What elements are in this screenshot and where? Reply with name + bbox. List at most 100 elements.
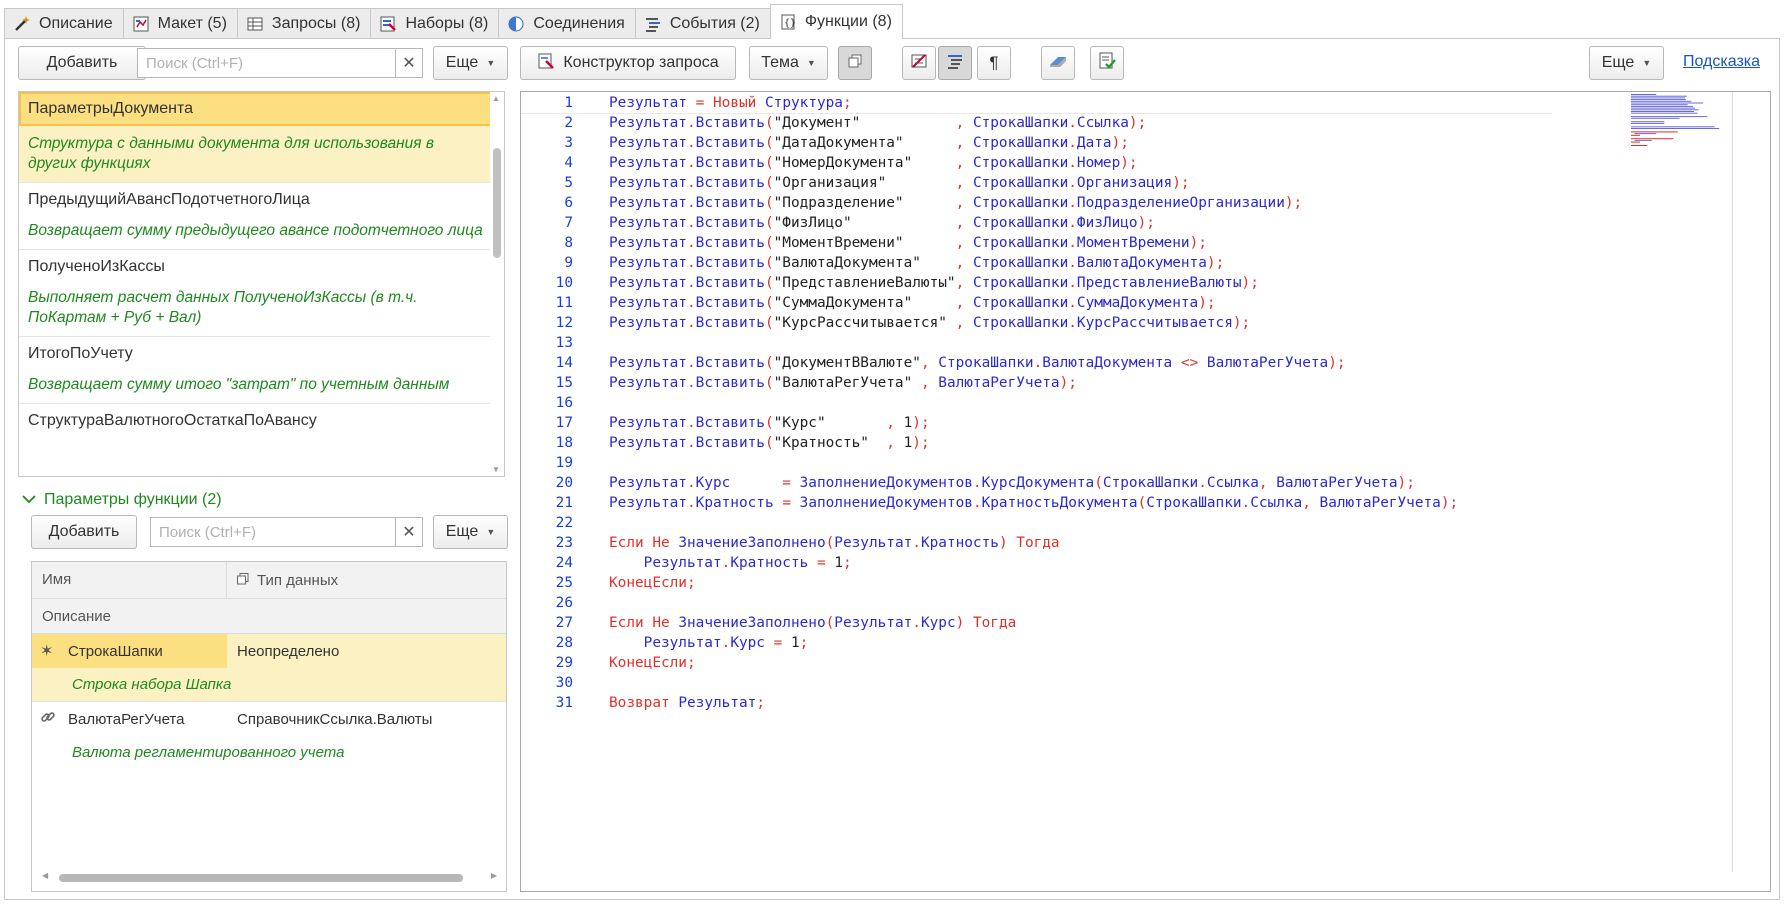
code-line[interactable]: 15 Результат.Вставить("ВалютаРегУчета" , … [521, 373, 1458, 393]
functions-list: ПараметрыДокумента Структура с данными д… [18, 91, 505, 477]
tab-events[interactable]: События (2) [634, 8, 771, 38]
code-line[interactable]: 12 Результат.Вставить("КурсРассчитывается… [521, 313, 1458, 333]
code-line[interactable]: 22 [521, 513, 1458, 533]
line-number: 3 [564, 135, 573, 151]
code-area[interactable]: 1 Результат = Новый Структура; 2 Результат.… [521, 93, 1459, 713]
more-button[interactable]: Еще ▼ [433, 46, 508, 80]
code-line[interactable]: 17 Результат.Вставить("Курс" , 1); [521, 413, 1458, 433]
code-line[interactable]: 20 Результат.Курс = ЗаполнениеДокументов.… [521, 473, 1458, 493]
code-text: Результат.Вставить("ФизЛицо" , СтрокаШап… [609, 215, 1155, 231]
scroll-left-icon[interactable]: ◀ [42, 871, 48, 880]
theme-label: Тема [761, 54, 799, 71]
code-line[interactable]: 8 Результат.Вставить("МоментВремени" , Ст… [521, 233, 1458, 253]
table-row[interactable]: ✶ СтрокаШапки Неопределено Строка набора … [32, 634, 506, 702]
code-line[interactable]: 19 [521, 453, 1458, 473]
code-text: КонецЕсли; [609, 575, 696, 591]
help-link[interactable]: Подсказка [1683, 53, 1760, 71]
params-section-toggle[interactable]: Параметры функции (2) [22, 491, 222, 509]
code-text: Если Не ЗначениеЗаполнено(Результат.Крат… [609, 535, 1060, 551]
code-line[interactable]: 11 Результат.Вставить("СуммаДокумента" , … [521, 293, 1458, 313]
copy-icon [847, 53, 863, 73]
toggle-breakpoint-button[interactable] [902, 46, 936, 80]
clear-search-icon[interactable]: ✕ [395, 518, 422, 546]
column-header-description[interactable]: Описание [32, 599, 506, 634]
scroll-down-icon[interactable]: ▼ [492, 465, 500, 474]
query-constructor-button[interactable]: Конструктор запроса [520, 46, 736, 80]
code-line[interactable]: 2 Результат.Вставить("Документ" , СтрокаШ… [521, 113, 1458, 133]
code-line[interactable]: 5 Результат.Вставить("Организация" , Стро… [521, 173, 1458, 193]
more-button[interactable]: Еще ▼ [433, 515, 508, 549]
code-line[interactable]: 27 Если Не ЗначениеЗаполнено(Результат.Ку… [521, 613, 1458, 633]
param-name: СтрокаШапки [68, 642, 163, 660]
code-text: Результат.Вставить("ДокументВВалюте", Ст… [609, 355, 1346, 371]
column-header-name[interactable]: Имя [32, 562, 227, 598]
code-line[interactable]: 13 [521, 333, 1458, 353]
code-text: Если Не ЗначениеЗаполнено(Результат.Курс… [609, 615, 1017, 631]
code-line[interactable]: 4 Результат.Вставить("НомерДокумента" , С… [521, 153, 1458, 173]
code-editor[interactable]: 1 Результат = Новый Структура; 2 Результат.… [520, 91, 1771, 892]
line-number: 7 [564, 215, 573, 231]
tab-datasets[interactable]: Наборы (8) [370, 8, 500, 38]
code-line[interactable]: 24 Результат.Кратность = 1; [521, 553, 1458, 573]
list-item[interactable]: ПредыдущийАвансПодотчетногоЛица Возвраща… [19, 183, 504, 250]
function-search: ✕ [137, 48, 423, 78]
list-item[interactable]: СтруктураВалютногоОстаткаПоАвансу [19, 404, 504, 434]
list-item[interactable]: ПолученоИзКассы Выполняет расчет данных … [19, 250, 504, 337]
more-button[interactable]: Еще ▼ [1589, 46, 1664, 80]
theme-button[interactable]: Тема ▼ [749, 46, 828, 80]
show-whitespace-button[interactable]: ¶ [977, 46, 1011, 80]
tab-queries[interactable]: Запросы (8) [236, 8, 372, 38]
code-line[interactable]: 16 [521, 393, 1458, 413]
add-function-button[interactable]: Добавить [18, 46, 146, 80]
code-line[interactable]: 7 Результат.Вставить("ФизЛицо" , СтрокаШа… [521, 213, 1458, 233]
code-line[interactable]: 21 Результат.Кратность = ЗаполнениеДокуме… [521, 493, 1459, 513]
tab-layout[interactable]: Макет (5) [122, 8, 238, 38]
copy-button[interactable] [838, 46, 872, 80]
param-type: Неопределено [237, 642, 340, 660]
code-line[interactable]: 3 Результат.Вставить("ДатаДокумента" , Ст… [521, 133, 1458, 153]
clear-search-icon[interactable]: ✕ [395, 49, 422, 77]
events-icon [644, 15, 662, 33]
code-line[interactable]: 31 Возврат Результат; [521, 693, 1458, 713]
scroll-thumb[interactable] [59, 874, 463, 882]
code-line[interactable]: 26 [521, 593, 1458, 613]
chevron-down-icon: ▼ [806, 58, 816, 68]
table-row[interactable]: ВалютаРегУчета СправочникСсылка.Валюты В… [32, 702, 506, 770]
scroll-thumb[interactable] [493, 148, 501, 258]
code-text: Результат.Вставить("ВалютаДокумента" , С… [609, 255, 1225, 271]
column-header-type[interactable]: Тип данных [227, 562, 348, 598]
tab-functions[interactable]: {} Функции (8) [769, 4, 903, 39]
tab-connections[interactable]: Соединения [498, 8, 636, 38]
list-item[interactable]: ИтогоПоУчету Возвращает сумму итого "зат… [19, 337, 504, 404]
code-minimap[interactable] [1629, 92, 1739, 152]
code-text: Результат.Вставить("Кратность" , 1); [609, 435, 930, 451]
line-number: 9 [564, 255, 573, 271]
code-line[interactable]: 10 Результат.Вставить("ПредставлениеВалют… [521, 273, 1458, 293]
code-line[interactable]: 1 Результат = Новый Структура; [521, 93, 1458, 113]
line-number: 20 [555, 475, 573, 491]
code-line[interactable]: 14 Результат.Вставить("ДокументВВалюте", … [521, 353, 1458, 373]
code-line[interactable]: 30 [521, 673, 1458, 693]
code-line[interactable]: 23 Если Не ЗначениеЗаполнено(Результат.Кр… [521, 533, 1458, 553]
scroll-right-icon[interactable]: ▶ [491, 871, 497, 880]
param-search-input[interactable] [151, 519, 395, 545]
code-line[interactable]: 6 Результат.Вставить("Подразделение" , Ст… [521, 193, 1458, 213]
code-line[interactable]: 9 Результат.Вставить("ВалютаДокумента" , … [521, 253, 1458, 273]
syntax-check-button[interactable] [1090, 46, 1124, 80]
eraser-button[interactable] [1041, 46, 1075, 80]
format-text-button[interactable] [938, 46, 972, 80]
code-line[interactable]: 18 Результат.Вставить("Кратность" , 1); [521, 433, 1458, 453]
vertical-scrollbar[interactable]: ▲ ▼ [490, 92, 504, 476]
code-line[interactable]: 28 Результат.Курс = 1; [521, 633, 1458, 653]
function-search-input[interactable] [138, 50, 395, 76]
code-line[interactable]: 25 КонецЕсли; [521, 573, 1458, 593]
scroll-up-icon[interactable]: ▲ [492, 94, 500, 103]
line-number: 18 [555, 435, 573, 451]
more-label: Еще [1601, 54, 1635, 71]
add-param-button[interactable]: Добавить [31, 515, 137, 549]
code-line[interactable]: 29 КонецЕсли; [521, 653, 1458, 673]
horizontal-scrollbar[interactable]: ◀ ▶ [42, 871, 497, 883]
tab-description[interactable]: Описание [4, 8, 124, 38]
list-item[interactable]: ПараметрыДокумента Структура с данными д… [19, 92, 504, 183]
param-description: Строка набора Шапка [32, 668, 506, 702]
